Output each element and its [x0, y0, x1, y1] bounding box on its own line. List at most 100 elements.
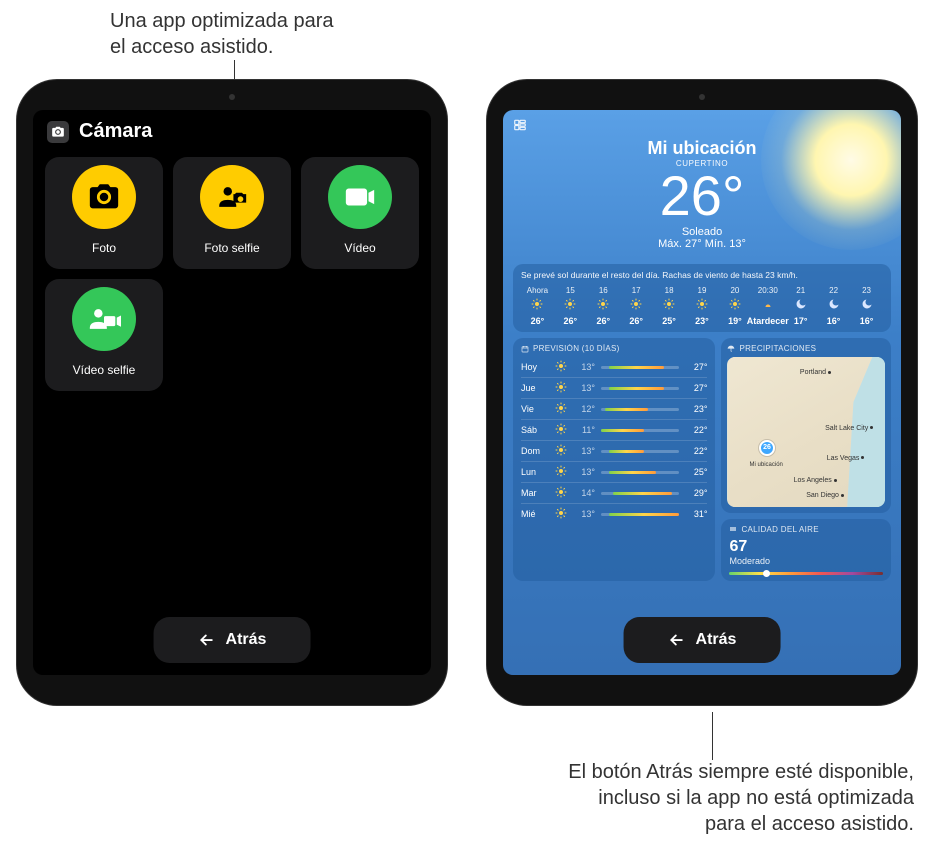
hour-column: 2216° — [817, 286, 850, 326]
precip-panel[interactable]: PRECIPITACIONES PortlandSalt Lake CityLa… — [721, 338, 891, 513]
forecast-row: Mié 13° 31° — [521, 503, 707, 524]
forecast-panel[interactable]: PREVISIÓN (10 DÍAS) Hoy13°27°Jue13°27°Vi… — [513, 338, 715, 581]
weather-condition: Soleado — [503, 226, 901, 238]
callout-bottom: El botón Atrás siempre esté disponible, … — [434, 759, 914, 837]
hour-label: 23 — [862, 286, 871, 295]
day-low: 14° — [573, 488, 595, 498]
day-high: 27° — [685, 362, 707, 372]
map-pin-my-location: 26 — [759, 440, 775, 456]
day-high: 31° — [685, 509, 707, 519]
callout-line-bottom — [712, 712, 713, 760]
forecast-row: Hoy13°27° — [521, 357, 707, 377]
label: PREVISIÓN (10 DÍAS) — [533, 344, 620, 353]
weather-icon — [828, 298, 840, 313]
weather-icon — [630, 298, 642, 313]
weather-sublocation: CUPERTINO — [503, 159, 901, 168]
weather-icon — [729, 298, 741, 313]
tile-foto-selfie[interactable]: Foto selfie — [173, 157, 291, 269]
hourly-summary: Se prevé sol durante el resto del día. R… — [521, 270, 883, 280]
hourly-row[interactable]: Ahora26°1526°1626°1726°1825°1923°2019°20… — [521, 286, 883, 326]
map-city: Los Angeles — [794, 477, 837, 484]
aq-indicator — [763, 570, 770, 577]
forecast-row: Vie12°23° — [521, 398, 707, 419]
day-name: Sáb — [521, 425, 549, 435]
camera-icon — [47, 121, 69, 143]
callout-top: Una app optimizada para el acceso asisti… — [110, 8, 430, 60]
camera-icon — [72, 165, 136, 229]
tile-video-selfie[interactable]: Vídeo selfie — [45, 279, 163, 391]
sun-icon — [555, 507, 567, 521]
aq-label: Moderado — [729, 556, 883, 566]
label: Máx. — [658, 238, 682, 250]
temp-bar — [601, 471, 679, 474]
day-name: Mié — [521, 509, 549, 519]
air-quality-panel[interactable]: CALIDAD DEL AIRE 67 Moderado — [721, 519, 891, 581]
back-button[interactable]: Atrás — [154, 617, 311, 663]
hour-label: 20 — [730, 286, 739, 295]
hour-value: 26° — [629, 316, 643, 326]
hour-label: 18 — [665, 286, 674, 295]
weather-icon — [564, 298, 576, 313]
precip-header: PRECIPITACIONES — [727, 344, 885, 353]
hour-label: 15 — [566, 286, 575, 295]
tile-foto[interactable]: Foto — [45, 157, 163, 269]
tile-video[interactable]: Vídeo — [301, 157, 419, 269]
video-icon — [328, 165, 392, 229]
tile-label: Vídeo — [344, 241, 375, 255]
hour-value: 26° — [531, 316, 545, 326]
hour-label: 17 — [632, 286, 641, 295]
weather-icon — [663, 298, 675, 313]
temp-bar — [601, 366, 679, 369]
tile-label: Vídeo selfie — [73, 363, 136, 377]
hour-column: 20:30Atardecer — [751, 286, 784, 326]
precip-map[interactable]: PortlandSalt Lake CityLas VegasLos Angel… — [727, 357, 885, 507]
camera-screen: Cámara Foto Foto selfie — [33, 110, 431, 675]
sun-icon — [555, 381, 567, 395]
camera-title: Cámara — [79, 120, 152, 143]
hour-value: 26° — [596, 316, 610, 326]
hour-value: 19° — [728, 316, 742, 326]
tile-label: Foto — [92, 241, 116, 255]
hour-value: Atardecer — [747, 316, 789, 326]
label: CALIDAD DEL AIRE — [741, 525, 818, 534]
day-low: 13° — [573, 383, 595, 393]
hour-column: 2117° — [784, 286, 817, 326]
day-low: 11° — [573, 425, 595, 435]
camera-grid: Foto Foto selfie Vídeo — [33, 149, 431, 399]
day-high: 22° — [685, 446, 707, 456]
back-button[interactable]: Atrás — [624, 617, 781, 663]
day-low: 13° — [573, 446, 595, 456]
hour-value: 16° — [860, 316, 874, 326]
forecast-row: Dom13°22° — [521, 440, 707, 461]
temp-bar — [601, 408, 679, 411]
camera-person-icon — [200, 165, 264, 229]
weather-icon — [762, 298, 774, 313]
sun-icon — [555, 465, 567, 479]
back-label: Atrás — [226, 631, 267, 649]
day-low: 13° — [573, 467, 595, 477]
forecast-row: Mar14°29° — [521, 482, 707, 503]
day-name: Hoy — [521, 362, 549, 372]
sun-icon — [555, 423, 567, 437]
camera-header: Cámara — [33, 110, 431, 149]
weather-icon — [597, 298, 609, 313]
weather-icon — [696, 298, 708, 313]
ipad-right: Mi ubicación CUPERTINO 26° Soleado Máx. … — [487, 80, 917, 705]
day-low: 13° — [573, 509, 595, 519]
aq-value: 67 — [729, 538, 883, 556]
hour-column: 18 25° — [653, 286, 686, 326]
hour-column: 1626° — [587, 286, 620, 326]
temp-bar — [601, 387, 679, 390]
aq-bar — [729, 572, 883, 575]
temp-bar — [601, 513, 679, 516]
weather-icon — [861, 298, 873, 313]
day-name: Vie — [521, 404, 549, 414]
hour-column: Ahora26° — [521, 286, 554, 326]
day-high: 22° — [685, 425, 707, 435]
hour-value: 25° — [662, 316, 676, 326]
hour-label: 20:30 — [758, 286, 778, 295]
pin-label: Mi ubicación — [750, 462, 783, 468]
day-name: Mar — [521, 488, 549, 498]
temp-bar — [601, 450, 679, 453]
hour-column: 1923° — [686, 286, 719, 326]
